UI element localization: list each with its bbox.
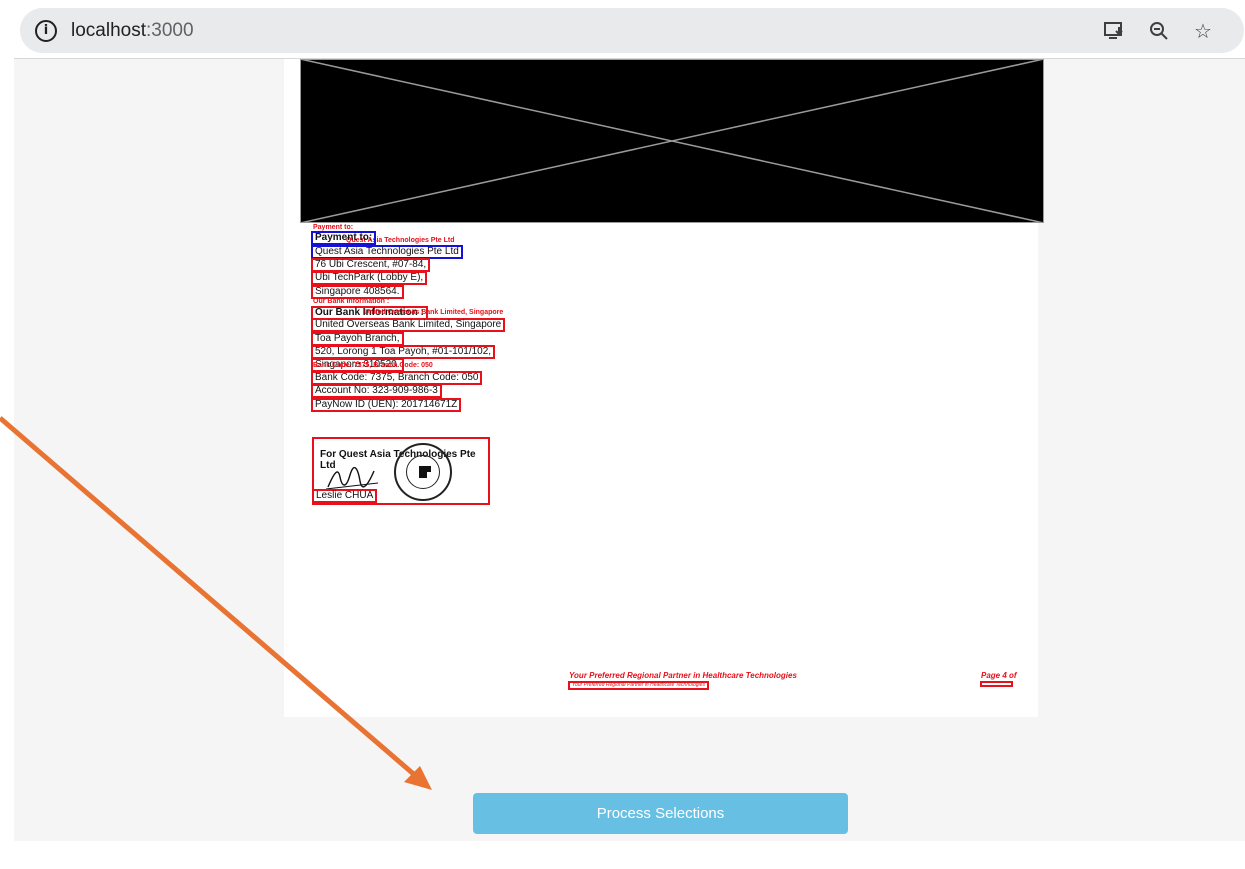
footer-tagline: Your Preferred Regional Partner in Healt… [569,671,797,680]
company-name-line[interactable]: Quest Asia Technologies Pte Ltd [311,245,463,259]
footer-tagline-box[interactable]: Your Preferred Regional Partner in Healt… [568,681,709,690]
bank-small-label: United Overseas Bank Limited, Singapore [364,309,504,316]
bank-info-small-label: Our Bank Information : [313,298,390,305]
info-icon[interactable]: i [35,19,57,42]
zoom-out-icon[interactable] [1146,18,1172,44]
document-preview: Payment to: Quest Asia Technologies Pte … [284,59,1044,717]
url-host: localhost [71,19,146,41]
account-no-line[interactable]: Account No: 323-909-986-3 [311,384,442,398]
page-number-label: Page 4 of [981,671,1017,680]
address-bar[interactable]: i localhost:3000 ☆ [20,8,1244,53]
install-app-icon[interactable] [1102,18,1128,44]
bookmark-star-icon[interactable]: ☆ [1190,18,1216,44]
address-line-3[interactable]: Singapore 408564. [311,285,404,299]
url-text[interactable]: localhost:3000 [71,20,194,42]
payment-to-small-label: Payment to: [313,224,354,231]
address-line-2[interactable]: Ubi TechPark (Lobby E), [311,271,428,285]
bank-name-line[interactable]: United Overseas Bank Limited, Singapore [311,318,506,332]
bank-code-line[interactable]: Bank Code: 7375, Branch Code: 050 [311,371,483,385]
company-seal-icon [394,443,452,501]
branch-address-line[interactable]: 520, Lorong 1 Toa Payoh, #01-101/102, [311,345,496,359]
process-selections-button[interactable]: Process Selections [473,793,848,834]
browser-toolbar: i localhost:3000 ☆ [0,0,1245,58]
signatory-name[interactable]: Leslie CHUA [312,489,378,503]
address-line-1[interactable]: 76 Ubi Crescent, #07-84, [311,258,431,272]
branch-line[interactable]: Toa Payoh Branch, [311,332,404,346]
bank-code-small-label: Bank Code: 7375, Branch Code: 050 [313,362,433,369]
page-number-box[interactable] [980,681,1013,687]
payment-to-heading[interactable]: Payment to: [311,231,377,245]
url-port: :3000 [146,19,194,41]
address-bar-actions: ☆ [1102,18,1216,44]
paynow-line[interactable]: PayNow ID (UEN): 201714671Z [311,398,462,412]
page-content: Payment to: Quest Asia Technologies Pte … [14,58,1245,841]
broken-image-placeholder [300,59,1044,223]
